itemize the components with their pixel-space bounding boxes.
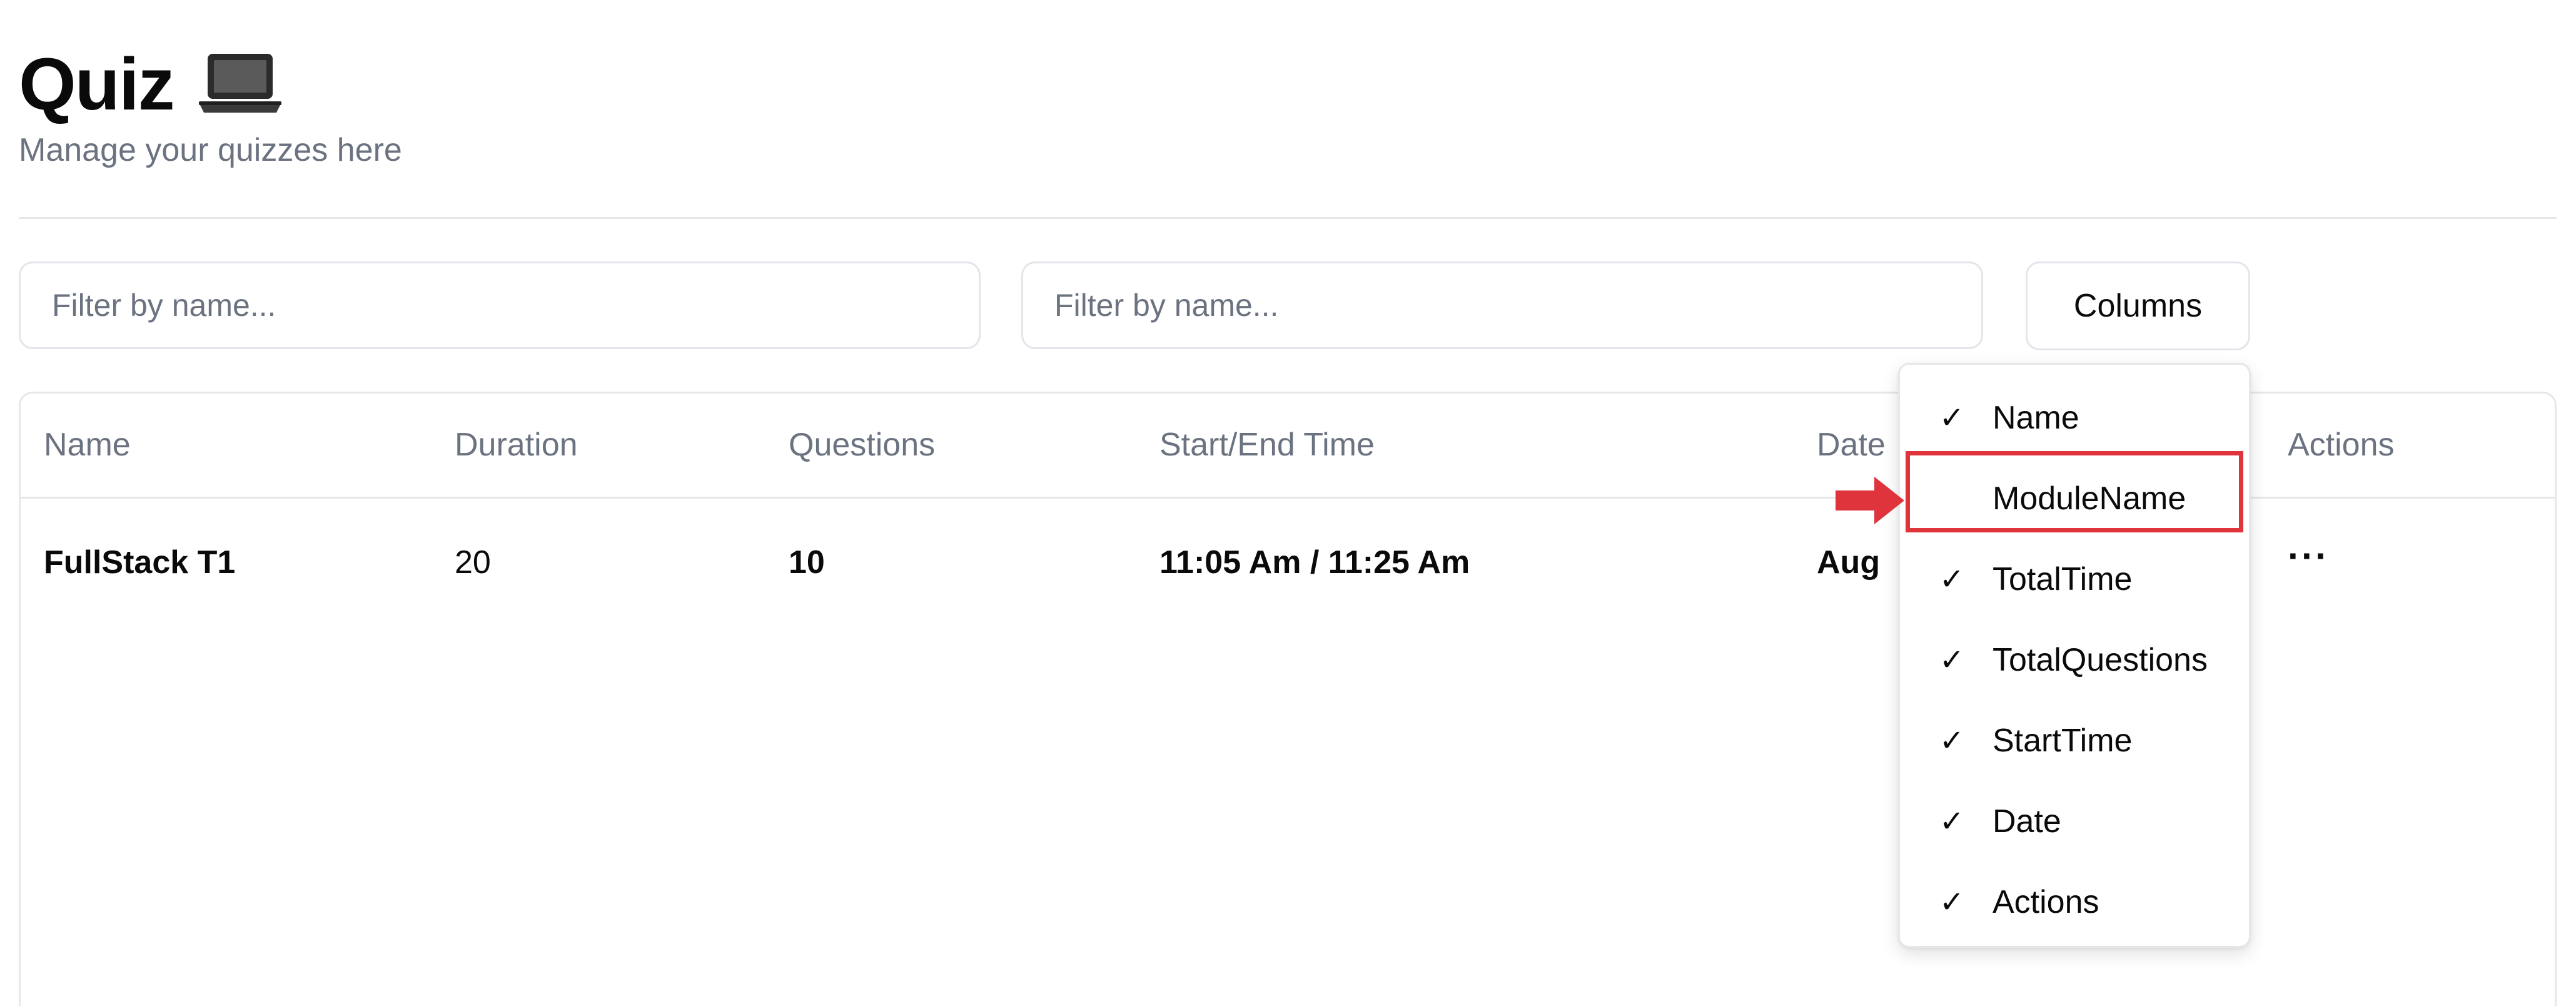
- cell-start-end-time: 11:05 Am / 11:25 Am: [1159, 544, 1470, 581]
- menu-item-actions[interactable]: ✓ Actions: [1900, 861, 2249, 942]
- menu-item-label: TotalQuestions: [1993, 641, 2208, 678]
- laptop-icon: [198, 54, 281, 113]
- column-header-name[interactable]: Name: [44, 394, 131, 497]
- cell-name: FullStack T1: [44, 544, 236, 581]
- menu-item-label: Date: [1993, 803, 2061, 840]
- cell-questions: 10: [789, 544, 825, 581]
- menu-item-total-time[interactable]: ✓ TotalTime: [1900, 539, 2249, 619]
- cell-date: Aug: [1817, 544, 1881, 581]
- check-icon: ✓: [1939, 805, 1965, 838]
- red-arrow-right-icon: [1836, 477, 1904, 524]
- header-divider: [19, 217, 2557, 219]
- columns-button[interactable]: Columns: [2026, 262, 2250, 350]
- menu-item-date[interactable]: ✓ Date: [1900, 781, 2249, 861]
- title-row: Quiz: [19, 44, 402, 125]
- column-header-questions[interactable]: Questions: [789, 394, 935, 497]
- menu-item-module-name[interactable]: ModuleName: [1900, 458, 2249, 539]
- column-header-start-end-time[interactable]: Start/End Time: [1159, 394, 1375, 497]
- columns-dropdown-menu: ✓ Name ModuleName ✓ TotalTime ✓ TotalQue…: [1898, 363, 2251, 948]
- menu-item-label: ModuleName: [1993, 480, 2186, 517]
- check-icon: ✓: [1939, 885, 1965, 919]
- page-header: Quiz Manage your quizzes here: [19, 44, 402, 169]
- quiz-page: Quiz Manage your quizzes here Columns Na…: [0, 0, 2576, 1006]
- menu-item-start-time[interactable]: ✓ StartTime: [1900, 700, 2249, 781]
- menu-item-label: Actions: [1993, 883, 2099, 920]
- filter-name-input[interactable]: [19, 262, 981, 349]
- check-icon: ✓: [1939, 643, 1965, 677]
- menu-item-label: StartTime: [1993, 722, 2133, 759]
- filter-module-input[interactable]: [1021, 262, 1983, 349]
- cell-duration: 20: [455, 544, 491, 581]
- menu-item-label: TotalTime: [1993, 561, 2133, 597]
- page-title: Quiz: [19, 43, 175, 126]
- check-icon: ✓: [1939, 401, 1965, 435]
- menu-item-label: Name: [1993, 399, 2079, 436]
- more-horizontal-icon[interactable]: ···: [2288, 534, 2329, 577]
- menu-item-total-questions[interactable]: ✓ TotalQuestions: [1900, 619, 2249, 700]
- columns-button-label: Columns: [2073, 288, 2203, 324]
- check-icon: ✓: [1939, 562, 1965, 596]
- check-icon: ✓: [1939, 724, 1965, 758]
- menu-item-name[interactable]: ✓ Name: [1900, 377, 2249, 458]
- column-header-duration[interactable]: Duration: [455, 394, 578, 497]
- page-subtitle: Manage your quizzes here: [19, 132, 402, 168]
- column-header-actions: Actions: [2288, 427, 2395, 463]
